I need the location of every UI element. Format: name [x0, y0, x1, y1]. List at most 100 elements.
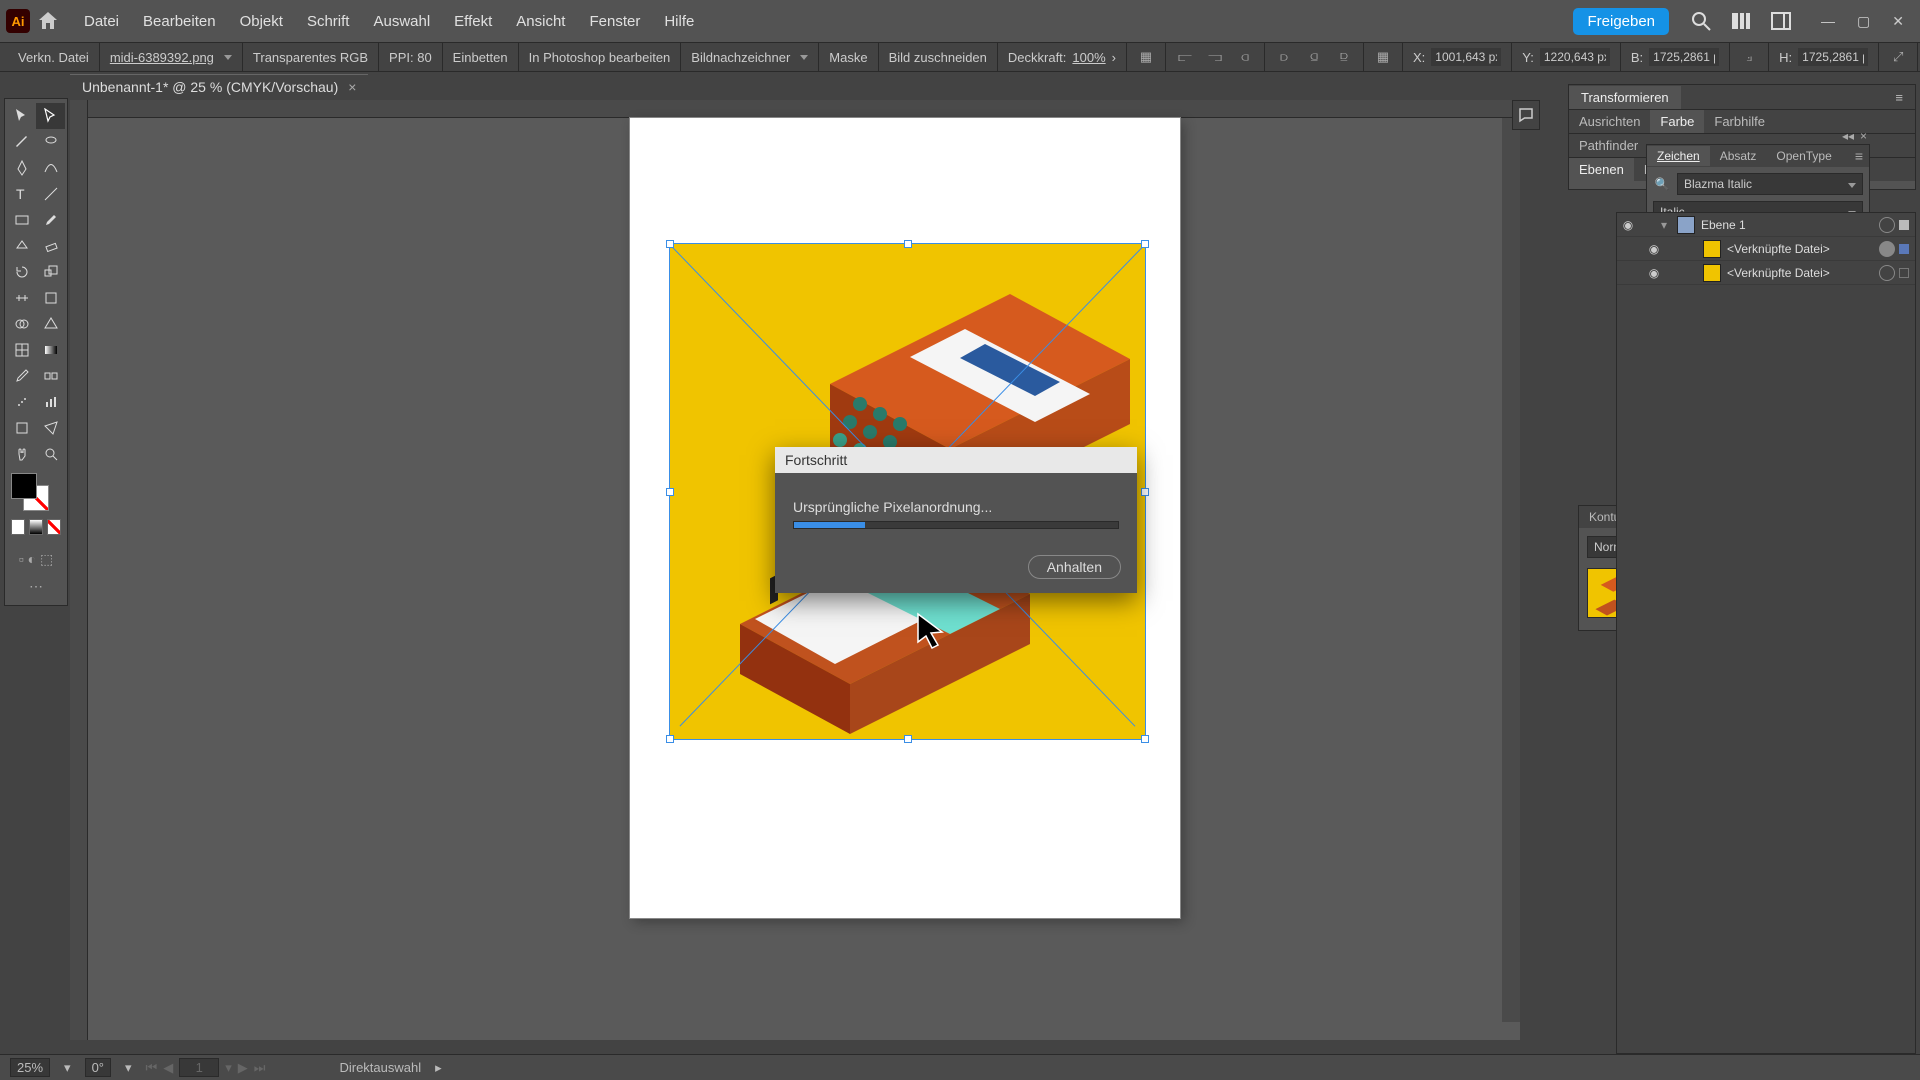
width-tool[interactable] [7, 285, 36, 311]
menu-objekt[interactable]: Objekt [228, 7, 295, 36]
rotation-input[interactable]: 0° [85, 1058, 111, 1077]
type-tool[interactable]: T [7, 181, 36, 207]
blend-tool[interactable] [36, 363, 65, 389]
comments-panel-icon[interactable] [1512, 100, 1540, 130]
magic-wand-tool[interactable] [7, 129, 36, 155]
slice-tool[interactable] [36, 415, 65, 441]
tab-ebenen[interactable]: Ebenen [1569, 158, 1634, 181]
menu-schrift[interactable]: Schrift [295, 7, 362, 36]
menu-fenster[interactable]: Fenster [577, 7, 652, 36]
search-font-icon[interactable]: 🔍 [1653, 177, 1671, 191]
edit-toolbar-icon[interactable]: ⋯ [7, 578, 65, 595]
vertical-scrollbar[interactable] [1502, 118, 1520, 1022]
align-hcenter-icon[interactable]: ⫎ [1206, 48, 1224, 66]
line-tool[interactable] [36, 181, 65, 207]
tab-transformieren[interactable]: Transformieren [1569, 86, 1681, 109]
zoom-tool[interactable] [36, 441, 65, 467]
share-button[interactable]: Freigeben [1573, 8, 1669, 35]
opacity-value[interactable]: 100% [1072, 50, 1105, 65]
align-top-icon[interactable]: ⫐ [1275, 48, 1293, 66]
layer-row-linked-1[interactable]: ◉ <Verknüpfte Datei> [1617, 237, 1915, 261]
workspace-icon[interactable] [1769, 9, 1793, 33]
layer-name[interactable]: <Verknüpfte Datei> [1727, 242, 1879, 256]
h-input[interactable] [1798, 48, 1868, 66]
perspective-grid-tool[interactable] [36, 311, 65, 337]
menu-datei[interactable]: Datei [72, 7, 131, 36]
fill-stroke-swatches[interactable] [7, 467, 65, 541]
tab-opentype[interactable]: OpenType [1766, 146, 1841, 166]
tab-farbhilfe[interactable]: Farbhilfe [1704, 110, 1775, 133]
w-input[interactable] [1649, 48, 1719, 66]
menu-hilfe[interactable]: Hilfe [652, 7, 706, 36]
mask-button[interactable]: Maske [819, 43, 878, 71]
symbol-sprayer-tool[interactable] [7, 389, 36, 415]
document-tab[interactable]: Unbenannt-1* @ 25 % (CMYK/Vorschau) × [70, 74, 368, 99]
lasso-tool[interactable] [36, 129, 65, 155]
opt-filename[interactable]: midi-6389392.png [100, 43, 243, 71]
panel-menu-icon[interactable]: ≡ [1883, 86, 1915, 109]
color-mode[interactable] [11, 519, 25, 535]
tab-zeichen[interactable]: Zeichen [1647, 146, 1710, 166]
close-icon[interactable]: ✕ [1892, 13, 1904, 30]
close-panel-icon[interactable]: × [1860, 129, 1867, 143]
tab-absatz[interactable]: Absatz [1710, 146, 1767, 166]
horizontal-ruler[interactable] [88, 100, 1520, 118]
none-mode[interactable] [47, 519, 61, 535]
disclosure-icon[interactable]: ▾ [1661, 218, 1677, 232]
align-bottom-icon[interactable]: ⫒ [1335, 48, 1353, 66]
gradient-mode[interactable] [29, 519, 43, 535]
arrange-icon[interactable] [1729, 9, 1753, 33]
selection-tool[interactable] [7, 103, 36, 129]
x-input[interactable] [1431, 48, 1501, 66]
target-icon[interactable] [1879, 241, 1895, 257]
constrain-icon[interactable]: ⤢ [1879, 43, 1918, 71]
panel-menu-icon[interactable]: ≡ [1849, 148, 1869, 164]
target-icon[interactable] [1879, 265, 1895, 281]
mesh-tool[interactable] [7, 337, 36, 363]
home-icon[interactable] [36, 9, 60, 33]
screen-mode-icons[interactable]: ▫ ◐ ⬚ [7, 551, 65, 568]
ref-point-icon[interactable]: ▦ [1364, 43, 1403, 71]
eyedropper-tool[interactable] [7, 363, 36, 389]
visibility-toggle[interactable]: ◉ [1617, 218, 1639, 232]
hand-tool[interactable] [7, 441, 36, 467]
rectangle-tool[interactable] [7, 207, 36, 233]
search-icon[interactable] [1689, 9, 1713, 33]
visibility-toggle[interactable]: ◉ [1643, 266, 1665, 280]
collapse-icon[interactable]: ◂◂ [1842, 129, 1854, 143]
zoom-input[interactable]: 25% [10, 1058, 50, 1077]
eraser-tool[interactable] [36, 233, 65, 259]
image-trace-button[interactable]: Bildnachzeichner [681, 43, 819, 71]
layer-row-linked-2[interactable]: ◉ <Verknüpfte Datei> [1617, 261, 1915, 285]
stop-button[interactable]: Anhalten [1028, 555, 1121, 579]
font-family-input[interactable]: Blazma Italic [1677, 173, 1863, 195]
paintbrush-tool[interactable] [36, 207, 65, 233]
gradient-tool[interactable] [36, 337, 65, 363]
target-icon[interactable] [1879, 217, 1895, 233]
graph-tool[interactable] [36, 389, 65, 415]
anchor-icon[interactable]: ▦ [1137, 48, 1155, 66]
rotate-tool[interactable] [7, 259, 36, 285]
tab-farbe[interactable]: Farbe [1650, 110, 1704, 133]
align-right-icon[interactable]: ⫏ [1236, 48, 1254, 66]
curvature-tool[interactable] [36, 155, 65, 181]
artboard-tool[interactable] [7, 415, 36, 441]
edit-ps-button[interactable]: In Photoshop bearbeiten [519, 43, 682, 71]
tab-pathfinder[interactable]: Pathfinder [1569, 134, 1648, 157]
menu-bearbeiten[interactable]: Bearbeiten [131, 7, 228, 36]
layer-name[interactable]: <Verknüpfte Datei> [1727, 266, 1879, 280]
layer-name[interactable]: Ebene 1 [1701, 218, 1879, 232]
close-tab-icon[interactable]: × [348, 79, 356, 95]
y-input[interactable] [1540, 48, 1610, 66]
align-left-icon[interactable]: ⫍ [1176, 48, 1194, 66]
menu-ansicht[interactable]: Ansicht [504, 7, 577, 36]
scale-tool[interactable] [36, 259, 65, 285]
link-wh-icon[interactable]: ⟓ [1730, 43, 1769, 71]
embed-button[interactable]: Einbetten [443, 43, 519, 71]
visibility-toggle[interactable]: ◉ [1643, 242, 1665, 256]
maximize-icon[interactable]: ▢ [1857, 13, 1870, 30]
free-transform-tool[interactable] [36, 285, 65, 311]
direct-selection-tool[interactable] [36, 103, 65, 129]
crop-button[interactable]: Bild zuschneiden [879, 43, 998, 71]
vertical-ruler[interactable] [70, 100, 88, 1040]
